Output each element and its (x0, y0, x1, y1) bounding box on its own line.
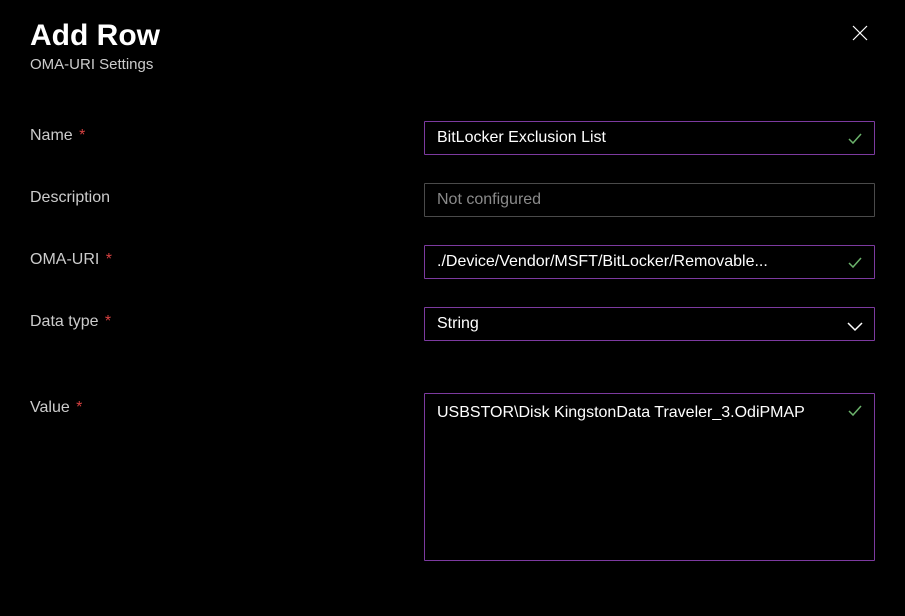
required-indicator: * (75, 127, 86, 144)
required-indicator: * (101, 251, 112, 268)
value-textarea[interactable] (424, 393, 875, 561)
header-text: Add Row OMA-URI Settings (30, 18, 160, 73)
description-label-col: Description (30, 183, 424, 207)
data-type-value: String (437, 315, 479, 333)
value-label-col: Value * (30, 393, 424, 417)
name-input[interactable] (424, 121, 875, 155)
name-label-col: Name * (30, 121, 424, 145)
data-type-select[interactable]: String (424, 307, 875, 341)
value-input-col (424, 393, 875, 566)
panel-title: Add Row (30, 18, 160, 54)
form: Name * Description OMA-URI * Data (30, 121, 875, 566)
required-indicator: * (100, 313, 111, 330)
description-row: Description (30, 183, 875, 217)
name-label: Name (30, 127, 73, 144)
value-row: Value * (30, 393, 875, 566)
close-icon (851, 24, 869, 42)
close-button[interactable] (845, 18, 875, 48)
data-type-input-col: String (424, 307, 875, 341)
description-input[interactable] (424, 183, 875, 217)
description-label: Description (30, 189, 110, 206)
oma-uri-label: OMA-URI (30, 251, 99, 268)
oma-uri-row: OMA-URI * (30, 245, 875, 279)
oma-uri-label-col: OMA-URI * (30, 245, 424, 269)
required-indicator: * (72, 399, 83, 416)
value-label: Value (30, 399, 70, 416)
data-type-label: Data type (30, 313, 98, 330)
panel-subtitle: OMA-URI Settings (30, 56, 160, 73)
oma-uri-input-col (424, 245, 875, 279)
panel-header: Add Row OMA-URI Settings (30, 18, 875, 73)
data-type-label-col: Data type * (30, 307, 424, 331)
name-row: Name * (30, 121, 875, 155)
name-input-col (424, 121, 875, 155)
description-input-col (424, 183, 875, 217)
data-type-row: Data type * String (30, 307, 875, 341)
oma-uri-input[interactable] (424, 245, 875, 279)
